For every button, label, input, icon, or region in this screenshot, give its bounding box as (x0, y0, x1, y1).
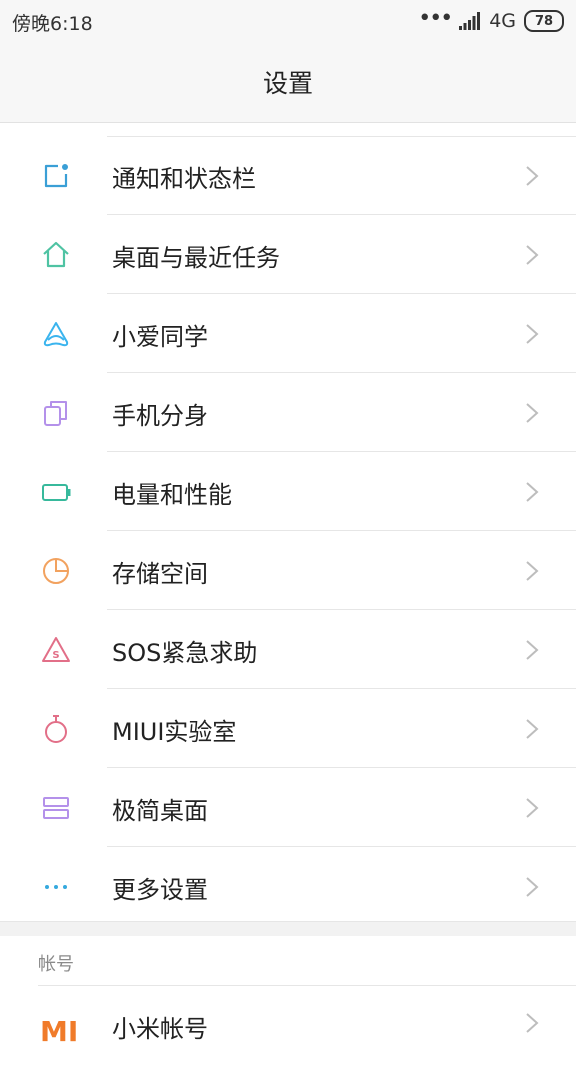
minimal-desktop-icon (40, 792, 72, 824)
chevron-right-icon (524, 875, 540, 899)
svg-text:S: S (52, 650, 59, 661)
battery-icon (40, 476, 72, 508)
battery-indicator: 78 (524, 10, 564, 32)
status-bar: 傍晚6:18 ••• 4G 78 (0, 0, 576, 42)
settings-item-battery-performance[interactable]: 电量和性能 (0, 453, 576, 531)
chevron-right-icon (524, 401, 540, 425)
status-time: 傍晚6:18 (12, 13, 93, 35)
settings-item-mi-account[interactable]: MI 小米帐号 (0, 987, 576, 1065)
chevron-right-icon (524, 243, 540, 267)
section-separator (0, 921, 576, 937)
settings-item-label: 小爱同学 (112, 322, 208, 351)
sos-icon: S (40, 634, 72, 666)
settings-list: 通知和状态栏 桌面与最近任务 小爱同学 手机分身 电量和性能 存储空间 S SO… (0, 123, 576, 921)
settings-item-label: 小米帐号 (112, 1015, 208, 1043)
settings-item-label: 极简桌面 (112, 796, 208, 825)
chevron-right-icon (524, 1011, 540, 1039)
settings-item-xiaoai[interactable]: 小爱同学 (0, 295, 576, 373)
settings-item-miui-lab[interactable]: MIUI实验室 (0, 690, 576, 768)
chevron-right-icon (524, 164, 540, 188)
row-divider (107, 688, 576, 689)
chevron-right-icon (524, 638, 540, 662)
lab-flask-icon (40, 713, 72, 745)
row-divider (107, 372, 576, 373)
row-divider (107, 214, 576, 215)
row-divider (107, 293, 576, 294)
network-type: 4G (489, 10, 516, 32)
chevron-right-icon (524, 559, 540, 583)
settings-item-label: 手机分身 (112, 401, 208, 430)
settings-item-label: MIUI实验室 (112, 717, 237, 746)
settings-item-minimal-desktop[interactable]: 极简桌面 (0, 769, 576, 847)
settings-item-label: SOS紧急求助 (112, 638, 258, 667)
settings-item-label: 桌面与最近任务 (112, 243, 280, 272)
settings-item-desktop-recents[interactable]: 桌面与最近任务 (0, 216, 576, 294)
notification-icon (40, 160, 72, 192)
settings-item-label: 通知和状态栏 (112, 164, 256, 193)
row-divider (107, 609, 576, 610)
settings-item-notifications[interactable]: 通知和状态栏 (0, 137, 576, 215)
row-divider (107, 767, 576, 768)
settings-item-sos[interactable]: S SOS紧急求助 (0, 611, 576, 689)
storage-icon (40, 555, 72, 587)
settings-item-second-space[interactable]: 手机分身 (0, 374, 576, 452)
row-divider (107, 846, 576, 847)
settings-item-more-settings[interactable]: 更多设置 (0, 848, 576, 926)
row-divider (38, 985, 576, 986)
xiaoai-icon (40, 318, 72, 350)
status-icons: ••• 4G 78 (418, 6, 564, 33)
section-header-label: 帐号 (38, 954, 74, 975)
settings-item-label: 更多设置 (112, 875, 208, 904)
row-divider (107, 530, 576, 531)
settings-item-storage[interactable]: 存储空间 (0, 532, 576, 610)
chevron-right-icon (524, 717, 540, 741)
row-divider (107, 451, 576, 452)
chevron-right-icon (524, 796, 540, 820)
notification-dots-icon: ••• (418, 6, 453, 31)
second-space-icon (40, 397, 72, 429)
mi-logo-icon: MI (40, 1015, 79, 1048)
settings-item-label: 存储空间 (112, 559, 208, 588)
chevron-right-icon (524, 322, 540, 346)
chevron-right-icon (524, 480, 540, 504)
more-icon (40, 871, 72, 903)
settings-item-label: 电量和性能 (112, 480, 232, 509)
title-bar: 设置 (0, 42, 576, 123)
section-header-account: 帐号 (0, 936, 576, 986)
signal-strength-icon (459, 12, 481, 30)
page-title: 设置 (262, 69, 313, 98)
home-icon (40, 239, 72, 271)
